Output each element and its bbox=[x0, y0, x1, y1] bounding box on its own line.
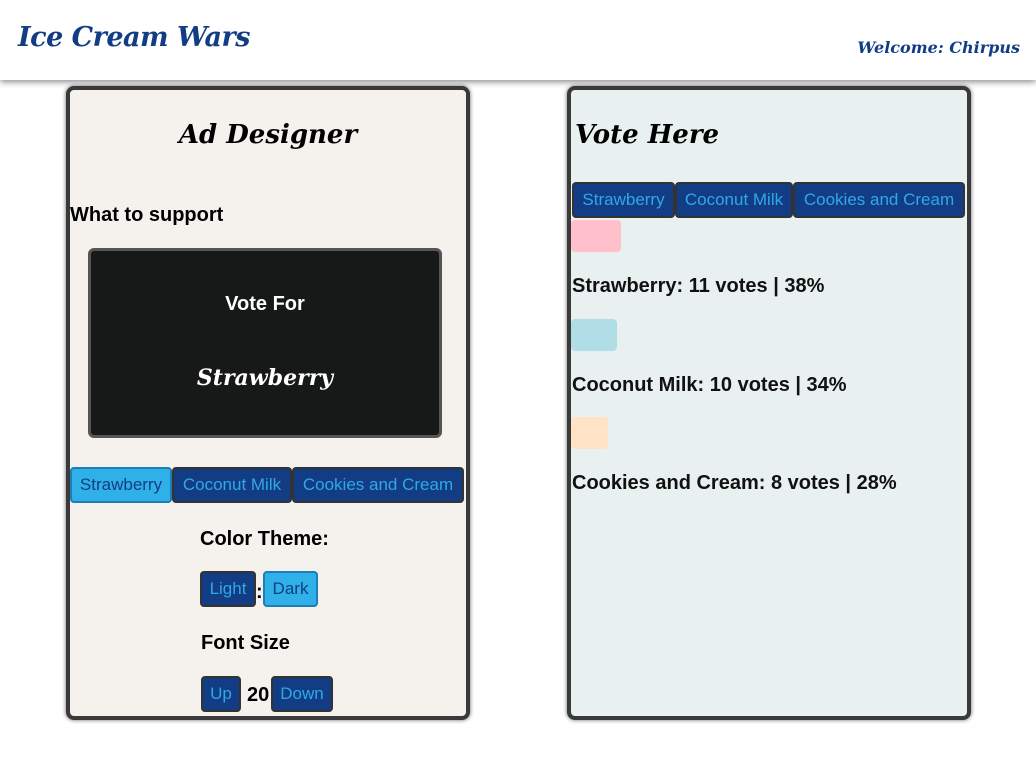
theme-separator: : bbox=[256, 581, 263, 603]
welcome-text: Welcome: Chirpus bbox=[857, 38, 1020, 57]
ad-flavor-button-strawberry[interactable]: Strawberry bbox=[70, 467, 172, 503]
ad-flavor-button-coconut-milk[interactable]: Coconut Milk bbox=[172, 467, 292, 503]
cookies-and-cream-result: Cookies and Cream: 8 votes | 28% bbox=[572, 472, 897, 494]
cookies-and-cream-vote-bar bbox=[571, 417, 608, 449]
color-theme-label: Color Theme: bbox=[200, 528, 329, 550]
app-header: Ice Cream Wars Welcome: Chirpus bbox=[0, 0, 1036, 80]
vote-here-title: Vote Here bbox=[575, 120, 720, 150]
ad-designer-panel: Ad Designer What to support Vote For Str… bbox=[66, 86, 470, 720]
ad-preview-flavor: Strawberry bbox=[196, 365, 334, 391]
font-size-value: 20 bbox=[247, 684, 270, 706]
theme-light-button[interactable]: Light bbox=[200, 571, 256, 607]
ad-preview-vote-for: Vote For bbox=[225, 293, 305, 315]
vote-button-cookies-and-cream[interactable]: Cookies and Cream bbox=[793, 182, 965, 218]
ad-designer-title: Ad Designer bbox=[178, 120, 358, 150]
strawberry-vote-bar bbox=[571, 220, 621, 252]
font-size-up-button[interactable]: Up bbox=[201, 676, 241, 712]
theme-dark-button[interactable]: Dark bbox=[263, 571, 318, 607]
vote-panel: Vote Here Strawberry Coconut Milk Cookie… bbox=[567, 86, 971, 720]
coconut-milk-result: Coconut Milk: 10 votes | 34% bbox=[572, 374, 847, 396]
ad-preview: Vote For Strawberry bbox=[88, 248, 442, 438]
font-size-label: Font Size bbox=[201, 632, 290, 654]
font-size-down-button[interactable]: Down bbox=[271, 676, 333, 712]
app-title: Ice Cream Wars bbox=[18, 22, 250, 53]
strawberry-result: Strawberry: 11 votes | 38% bbox=[572, 275, 825, 297]
ad-flavor-button-cookies-and-cream[interactable]: Cookies and Cream bbox=[292, 467, 464, 503]
vote-button-coconut-milk[interactable]: Coconut Milk bbox=[675, 182, 793, 218]
vote-button-strawberry[interactable]: Strawberry bbox=[572, 182, 675, 218]
coconut-milk-vote-bar bbox=[571, 319, 617, 351]
what-to-support-label: What to support bbox=[70, 204, 224, 226]
